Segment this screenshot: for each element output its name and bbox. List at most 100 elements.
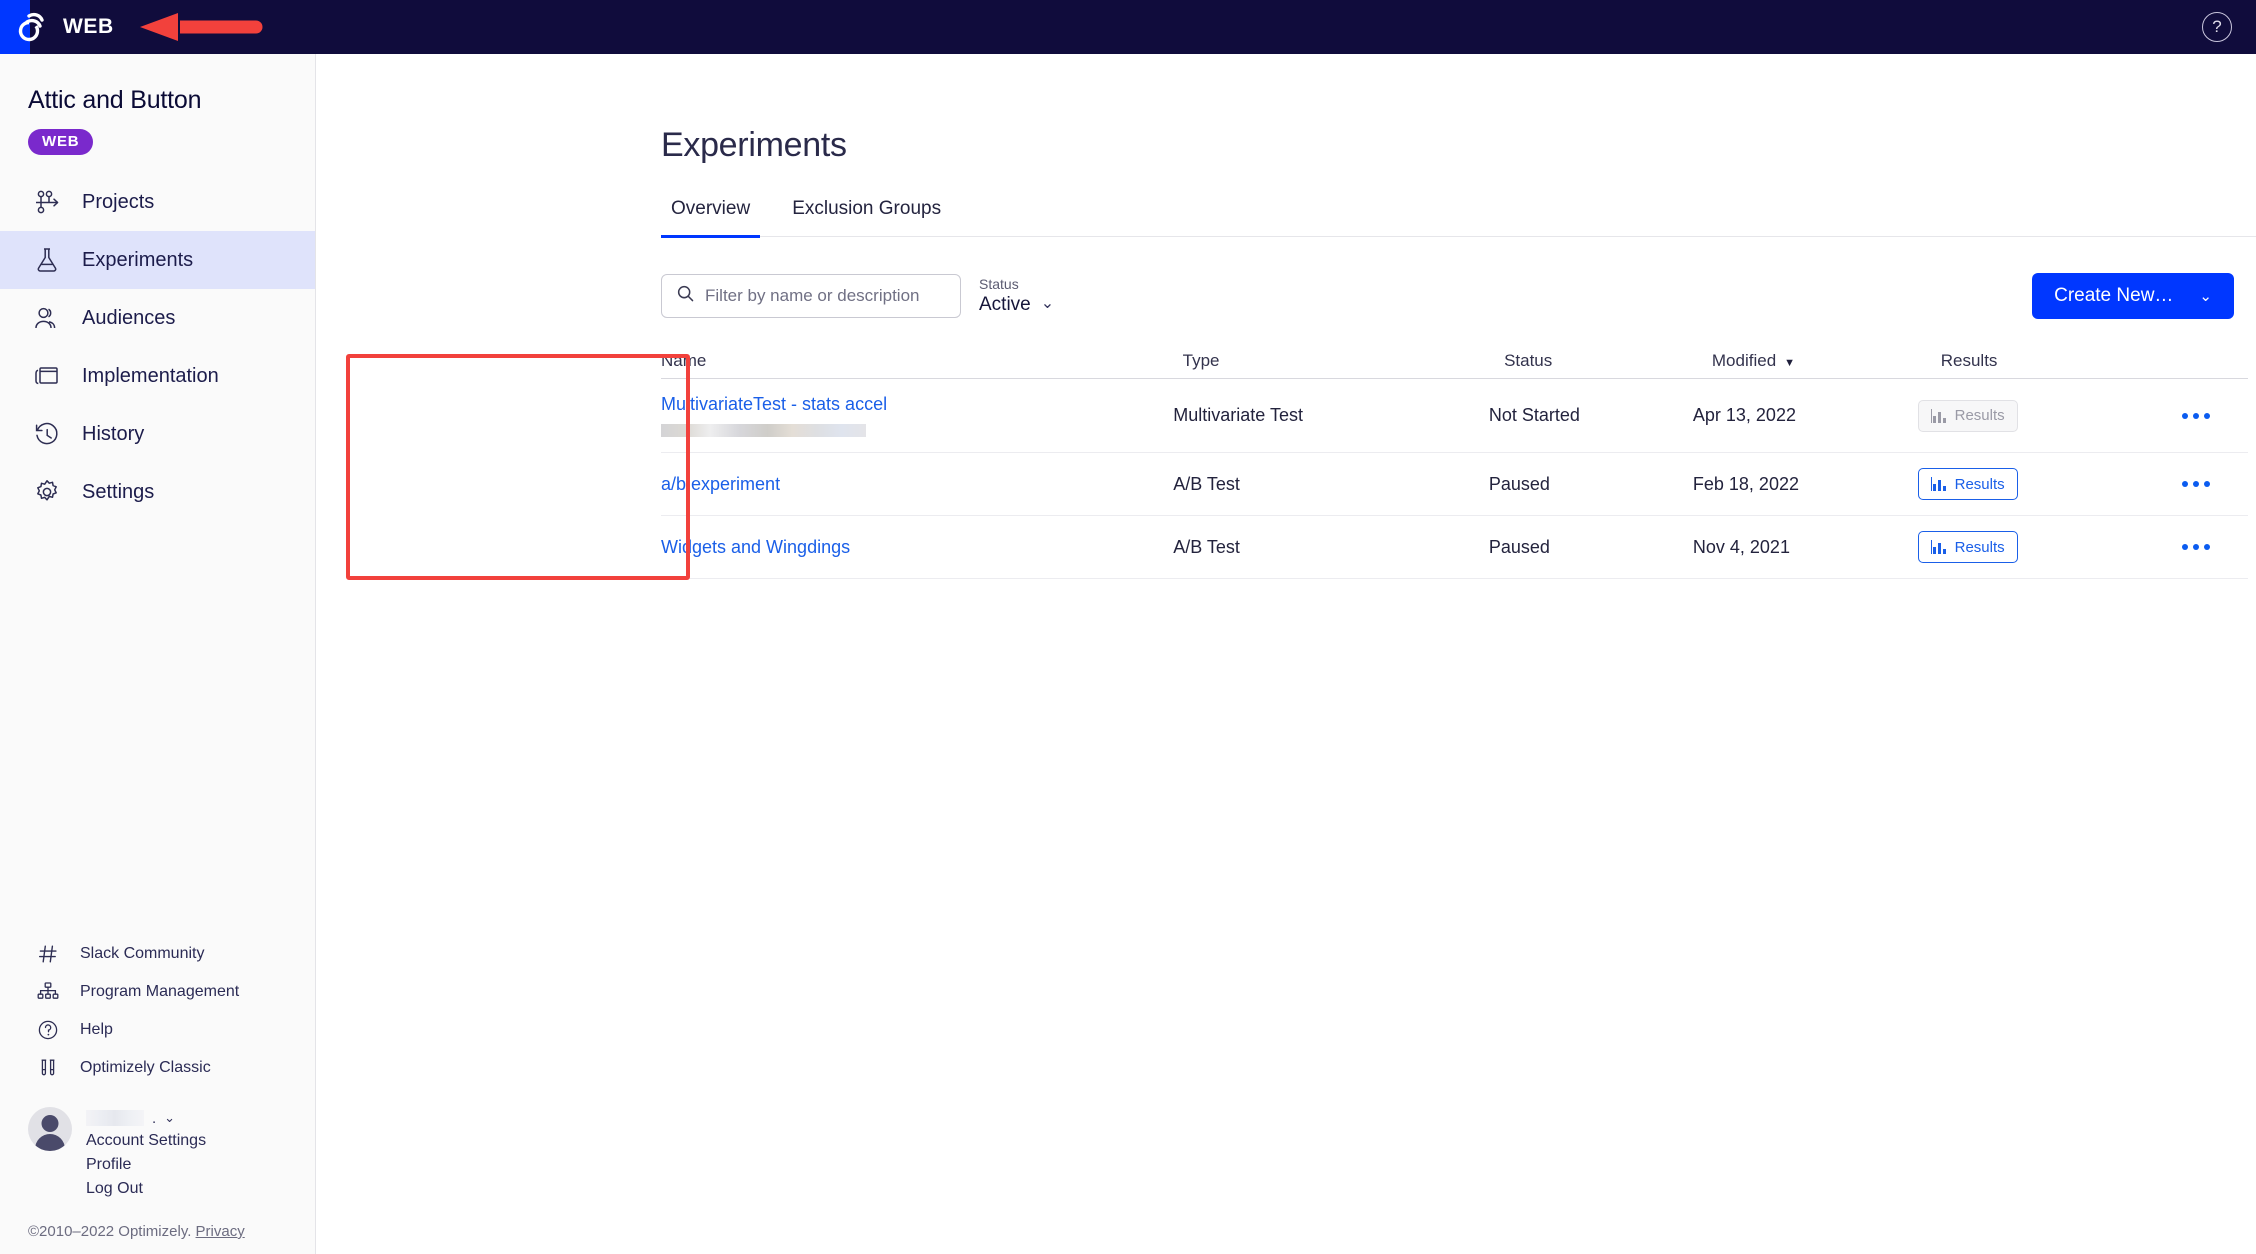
avatar[interactable] (28, 1107, 72, 1151)
cell-status: Not Started (1488, 405, 1580, 425)
experiments-table: Name Type Status Modified ▼ Results Multi… (661, 343, 2248, 579)
sidebar-item-label: Settings (82, 480, 155, 503)
table-header-row: Name Type Status Modified ▼ Results (661, 343, 2248, 379)
column-header-name[interactable]: Name (661, 351, 1183, 371)
sidebar-item-audiences[interactable]: Audiences (0, 289, 315, 347)
sidebar-item-slack-community[interactable]: Slack Community (0, 935, 315, 973)
cell-type: A/B Test (1173, 536, 1240, 557)
top-bar: WEB ? (0, 0, 2256, 54)
results-button-label: Results (1954, 407, 2005, 424)
experiment-name-link[interactable]: Widgets and Wingdings (661, 537, 1173, 558)
log-out-link[interactable]: Log Out (86, 1177, 206, 1201)
projects-branch-icon (30, 185, 64, 219)
account-name-suffix: . (152, 1109, 157, 1127)
chevron-down-icon: ⌄ (2199, 288, 2212, 305)
sidebar-item-experiments[interactable]: Experiments (0, 231, 315, 289)
bar-chart-icon (1930, 540, 1946, 554)
create-new-button[interactable]: Create New… ⌄ (2032, 273, 2234, 319)
results-button[interactable]: Results (1917, 531, 2018, 563)
sidebar-item-label: Implementation (82, 364, 219, 387)
column-header-results: Results (1940, 350, 1998, 370)
footer-copyright: ©2010–2022 Optimizely. Privacy (0, 1201, 315, 1240)
app-root: WEB ? Attic and Button WEB Projects Expe… (0, 0, 2256, 1254)
cell-modified: Apr 13, 2022 (1692, 405, 1796, 425)
account-name-row[interactable]: . ⌄ (86, 1107, 206, 1129)
sidebar-item-help[interactable]: Help (0, 1011, 315, 1049)
cell-type: A/B Test (1173, 473, 1240, 494)
tab-overview[interactable]: Overview (661, 198, 761, 238)
gear-icon (30, 475, 64, 509)
sidebar-item-label: Slack Community (80, 945, 205, 962)
cell-name: a/b experiment (661, 474, 1173, 495)
sidebar-item-history[interactable]: History (0, 405, 315, 463)
sidebar-item-program-management[interactable]: Program Management (0, 973, 315, 1011)
sidebar-item-implementation[interactable]: Implementation (0, 347, 315, 405)
status-filter-value: Active (979, 294, 1031, 315)
create-new-label: Create New… (2054, 285, 2174, 306)
cell-results: Results (1917, 399, 2182, 432)
sidebar-item-label: Program Management (80, 983, 240, 1000)
chevron-down-icon[interactable]: ⌄ (1041, 293, 1054, 317)
table-row[interactable]: a/b experiment A/B Test Paused Feb 18, 2… (661, 453, 2248, 516)
sidebar-item-label: Optimizely Classic (80, 1059, 211, 1076)
sidebar-item-settings[interactable]: Settings (0, 463, 315, 521)
tab-bar: Overview Exclusion Groups (661, 198, 2256, 238)
main-content: Experiments Overview Exclusion Groups Fi… (316, 54, 2256, 1254)
cell-modified: Nov 4, 2021 (1692, 536, 1790, 557)
column-header-status[interactable]: Status (1504, 351, 1712, 371)
cell-name: MultivariateTest - stats accel (661, 394, 1173, 437)
copyright-text: ©2010–2022 Optimizely. (28, 1223, 192, 1240)
org-chart-icon (33, 977, 63, 1007)
cell-modified: Feb 18, 2022 (1692, 473, 1799, 494)
table-row[interactable]: Widgets and Wingdings A/B Test Paused No… (661, 516, 2248, 579)
results-button: Results (1917, 399, 2018, 432)
bar-chart-icon (1930, 477, 1946, 491)
table-row[interactable]: MultivariateTest - stats accel Multivari… (661, 379, 2248, 453)
row-overflow-menu-icon[interactable] (2181, 412, 2210, 419)
search-input[interactable] (705, 286, 946, 306)
bar-chart-icon (1930, 408, 1946, 423)
cell-type: Multivariate Test (1173, 405, 1303, 425)
search-icon (676, 284, 695, 308)
cell-results: Results (1917, 531, 2182, 563)
sidebar-item-label: Projects (82, 190, 155, 213)
sidebar-item-projects[interactable]: Projects (0, 173, 315, 231)
sidebar-nav: Projects Experiments Audiences Implement… (0, 173, 315, 521)
results-button-label: Results (1954, 538, 2005, 556)
question-mark-circle-icon (33, 1015, 63, 1045)
row-overflow-menu-icon[interactable] (2181, 481, 2210, 487)
sidebar-item-label: Experiments (82, 248, 194, 271)
search-box[interactable] (661, 274, 961, 318)
test-tubes-icon (33, 1053, 63, 1083)
flask-icon (30, 243, 64, 277)
cell-status: Paused (1488, 473, 1550, 494)
cell-name: Widgets and Wingdings (661, 537, 1173, 558)
account-section: . ⌄ Account Settings Profile Log Out (0, 1087, 315, 1201)
sidebar-item-label: Help (80, 1021, 113, 1038)
experiment-name-link[interactable]: a/b experiment (661, 474, 1173, 495)
sidebar-item-optimizely-classic[interactable]: Optimizely Classic (0, 1049, 315, 1087)
column-header-type[interactable]: Type (1183, 351, 1504, 371)
column-header-modified[interactable]: Modified ▼ (1712, 351, 1941, 371)
topbar-title: WEB (63, 15, 114, 38)
account-settings-link[interactable]: Account Settings (86, 1129, 206, 1153)
clock-undo-icon (30, 417, 64, 451)
privacy-link[interactable]: Privacy (196, 1223, 245, 1240)
help-icon[interactable]: ? (2202, 12, 2232, 42)
tab-exclusion-groups[interactable]: Exclusion Groups (782, 198, 951, 236)
cell-results: Results (1917, 468, 2182, 500)
row-overflow-menu-icon[interactable] (2181, 544, 2210, 550)
cell-row-menu (2181, 481, 2248, 487)
status-filter-dropdown[interactable]: Status Active ⌄ (979, 275, 1054, 317)
optimizely-logo-icon[interactable] (12, 7, 52, 47)
profile-link[interactable]: Profile (86, 1153, 206, 1177)
cell-row-menu (2181, 544, 2248, 550)
body-row: Attic and Button WEB Projects Experiment… (0, 54, 2256, 1254)
sidebar-bottom: Slack Community Program Management Help … (0, 935, 315, 1254)
chevron-down-icon[interactable]: ⌄ (164, 1110, 175, 1126)
results-button[interactable]: Results (1917, 468, 2018, 500)
hash-icon (33, 939, 63, 969)
column-header-modified-label: Modified (1711, 350, 1777, 370)
experiment-name-link[interactable]: MultivariateTest - stats accel (661, 394, 1173, 415)
page-title: Experiments (661, 126, 847, 164)
